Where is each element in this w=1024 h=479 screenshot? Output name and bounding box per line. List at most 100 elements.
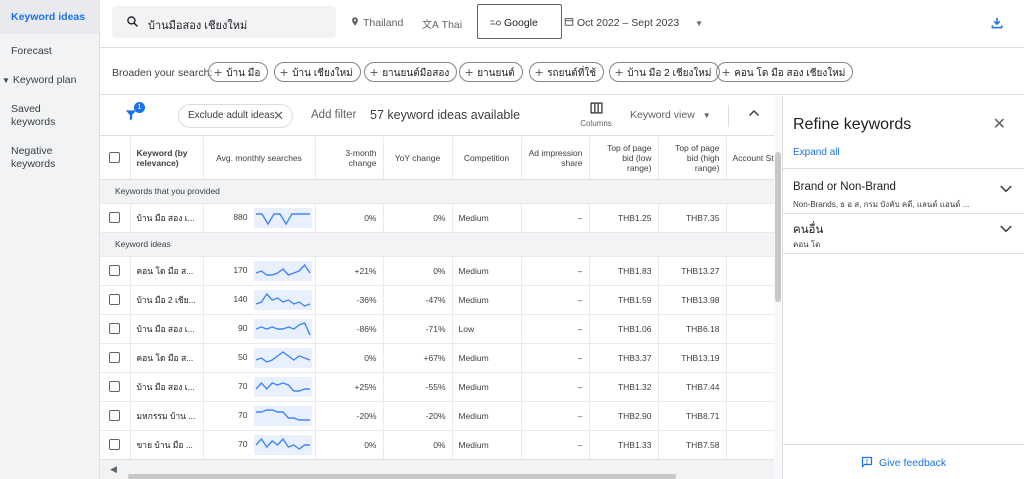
keyword-cell[interactable]: บ้าน มือ สอง เ... [130,314,204,344]
keyword-cell[interactable]: ขาย บ้าน มือ ... [130,430,204,460]
header-avg-searches[interactable]: Avg. monthly searches [203,137,316,180]
ad-share-cell: – [521,343,590,373]
checkbox[interactable] [109,323,121,335]
sidebar-item-saved-keywords[interactable]: Saved keywords [0,103,99,129]
broaden-chip[interactable]: + ยานยนต์ [459,62,523,82]
avg-searches-cell: 70 [203,401,316,431]
checkbox[interactable] [109,294,121,306]
scroll-left-icon[interactable]: ◀ [110,464,117,475]
sidebar-item-forecast[interactable]: Forecast [0,45,99,58]
checkbox[interactable] [109,212,121,224]
row-checkbox[interactable] [100,203,131,233]
header-ad-impression-share[interactable]: Ad impression share [521,137,590,180]
table-row[interactable]: บ้าน มือ สอง เ... 90 -86% -71% Low – THB1.06 TH… [100,314,774,344]
header-three-month-change[interactable]: 3-month change [315,137,384,180]
sidebar-item-keyword-plan[interactable]: ▼ Keyword plan [0,74,99,87]
keyword-cell[interactable]: บ้าน มือ สอง เ... [130,372,204,402]
language-selector[interactable]: 文A Thai [422,16,462,31]
keyword-cell[interactable]: บ้าน มือ สอง เ... [130,203,204,233]
vertical-scrollbar[interactable] [774,96,782,479]
checkbox[interactable] [109,381,121,393]
keyword-cell[interactable]: คอน โด มือ ส... [130,343,204,373]
exclude-adult-filter-pill[interactable]: Exclude adult ideas ✕ [178,104,293,128]
competition-cell: Medium [452,285,522,315]
broaden-chip[interactable]: + บ้าน มือ 2 เชียงใหม่ [609,62,720,82]
three-month-change-cell: -86% [315,314,384,344]
sidebar-item-negative-keywords[interactable]: Negative keywords [0,145,70,171]
scrollbar-thumb[interactable] [775,152,781,302]
select-all-checkbox[interactable] [100,137,131,180]
row-checkbox[interactable] [100,314,131,344]
broaden-chip[interactable]: + ยานยนต์มือสอง [364,62,458,82]
broaden-chip[interactable]: + บ้าน มือ [208,62,269,82]
checkbox[interactable] [109,265,121,277]
chevron-down-icon [1000,185,1012,193]
bid-high-cell: THB6.18 [658,314,727,344]
row-checkbox[interactable] [100,256,131,286]
columns-button[interactable]: Columns [578,102,614,128]
checkbox[interactable] [109,439,121,451]
close-icon[interactable]: ✕ [993,114,1006,134]
collapse-button[interactable] [748,107,760,121]
keyword-view-selector[interactable]: Keyword view ▼ [630,109,711,121]
bid-high-cell: THB7.35 [658,203,727,233]
checkbox[interactable] [109,410,121,422]
table-row[interactable]: คอน โด มือ ส... 170 +21% 0% Medium – THB1.83 TH… [100,256,774,286]
table-row[interactable]: ขาย บ้าน มือ ... 70 0% 0% Medium – THB1.33 THB7… [100,430,774,460]
broaden-chip[interactable]: + รถยนต์ที่ใช้ [529,62,605,82]
table-row[interactable]: คอน โด มือ ส... 50 0% +67% Medium – THB3.37 THB… [100,343,774,373]
header-bid-high[interactable]: Top of page bid (high range) [658,137,727,180]
horizontal-scrollbar[interactable]: ◀ [100,459,774,479]
avg-searches-value: 50 [238,351,248,362]
header-competition[interactable]: Competition [452,137,522,180]
competition-cell: Medium [452,203,522,233]
search-input[interactable]: บ้านมือสอง เชียงใหม่ [112,6,336,38]
refine-group-others[interactable]: คนอื่น คอน โด [783,214,1024,254]
keyword-cell[interactable]: มหกรรม บ้าน ... [130,401,204,431]
competition-cell: Medium [452,343,522,373]
trend-sparkline [253,260,312,281]
checkbox[interactable] [109,352,121,364]
keyword-cell[interactable]: บ้าน มือ 2 เชีย... [130,285,204,315]
header-yoy-change[interactable]: YoY change [383,137,453,180]
three-month-change-cell: -20% [315,401,384,431]
network-selector[interactable]: Google [477,4,562,39]
avg-searches-value: 70 [238,438,248,449]
bid-low-cell: THB1.83 [589,256,659,286]
table-row[interactable]: มหกรรม บ้าน ... 70 -20% -20% Medium – THB2.90 T… [100,401,774,431]
date-range-selector[interactable]: Oct 2022 – Sept 2023 ▼ [564,16,703,29]
plus-icon: + [465,64,474,80]
yoy-change-cell: -47% [383,285,453,315]
broaden-chip[interactable]: + บ้าน เชียงใหม่ [274,62,361,82]
give-feedback-button[interactable]: Give feedback [783,444,1024,479]
header-keyword[interactable]: Keyword (by relevance) [130,137,204,180]
table-section-header: Keywords that you provided [100,179,774,204]
row-checkbox[interactable] [100,343,131,373]
close-icon[interactable]: ✕ [273,105,284,127]
bid-low-cell: THB1.32 [589,372,659,402]
section-label: Keyword ideas [100,232,774,257]
broaden-chip[interactable]: + คอน โด มือ สอง เชียงใหม่ [716,62,854,82]
broaden-label: Broaden your search: [112,67,213,79]
row-checkbox[interactable] [100,401,131,431]
table-row[interactable]: บ้าน มือ 2 เชีย... 140 -36% -47% Medium – THB1… [100,285,774,315]
keyword-cell[interactable]: คอน โด มือ ส... [130,256,204,286]
row-checkbox[interactable] [100,285,131,315]
divider [728,105,729,127]
trend-sparkline [253,405,312,426]
row-checkbox[interactable] [100,372,131,402]
refine-group-brand[interactable]: Brand or Non-Brand Non-Brands, ธ อ ส, กร… [783,174,1024,214]
add-filter-button[interactable]: Add filter [311,109,356,121]
header-bid-low[interactable]: Top of page bid (low range) [589,137,659,180]
header-account-status[interactable]: Account St [726,137,774,180]
row-checkbox[interactable] [100,430,131,460]
download-icon[interactable] [990,16,1004,30]
expand-all-link[interactable]: Expand all [793,147,840,158]
keyword-count: 57 keyword ideas available [370,108,521,122]
scrollbar-thumb[interactable] [128,474,676,479]
sidebar-item-keyword-ideas[interactable]: Keyword ideas [0,0,99,34]
trend-sparkline [253,207,312,228]
table-row[interactable]: บ้าน มือ สอง เ... 880 0% 0% Medium – THB1.25 TH… [100,203,774,233]
table-row[interactable]: บ้าน มือ สอง เ... 70 +25% -55% Medium – THB1.3… [100,372,774,402]
location-selector[interactable]: Thailand [350,16,403,29]
